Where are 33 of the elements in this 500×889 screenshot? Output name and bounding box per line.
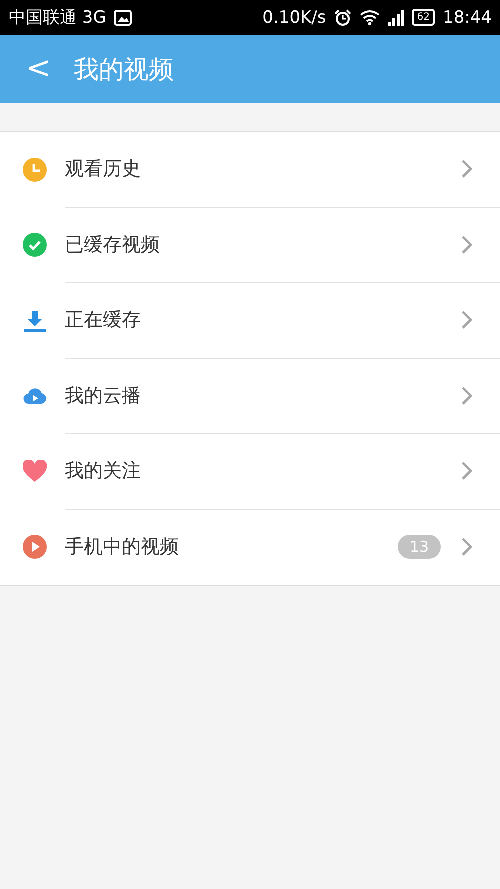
item-label: 我的关注 xyxy=(65,459,141,484)
chevron-icon xyxy=(461,537,473,558)
image-icon xyxy=(114,10,132,26)
chevron-icon xyxy=(461,386,473,406)
download-icon xyxy=(23,308,47,333)
network-speed: 0.10K/s xyxy=(262,8,326,28)
alarm-icon xyxy=(334,8,352,26)
wifi-icon xyxy=(360,10,380,26)
play-icon xyxy=(23,535,47,560)
chevron-icon xyxy=(461,159,473,180)
item-label: 我的云播 xyxy=(65,384,141,409)
carrier-text: 中国联通 3G xyxy=(9,7,106,29)
page-title: 我的视频 xyxy=(74,54,174,86)
item-label: 手机中的视频 xyxy=(65,535,179,560)
clock-time: 18:44 xyxy=(443,8,492,28)
menu-item[interactable]: 手机中的视频 13 xyxy=(0,510,500,585)
menu-item[interactable]: 我的云播 xyxy=(0,358,500,434)
chevron-icon xyxy=(461,310,473,330)
heart-icon xyxy=(23,460,47,484)
item-label: 已缓存视频 xyxy=(65,232,160,258)
chevron-icon xyxy=(461,461,473,482)
menu-item[interactable]: 我的关注 xyxy=(0,434,500,510)
menu-item[interactable]: 已缓存视频 xyxy=(0,208,500,283)
menu-item[interactable]: 正在缓存 xyxy=(0,283,500,358)
item-label: 观看历史 xyxy=(65,157,141,182)
count-badge: 13 xyxy=(398,535,441,560)
item-label: 正在缓存 xyxy=(65,308,141,334)
signal-icon xyxy=(388,10,404,26)
clock-icon xyxy=(23,158,47,182)
check-icon xyxy=(23,233,47,258)
chevron-icon xyxy=(461,234,473,255)
battery-icon: 62 xyxy=(412,9,435,26)
menu-item[interactable]: 观看历史 xyxy=(0,132,500,208)
